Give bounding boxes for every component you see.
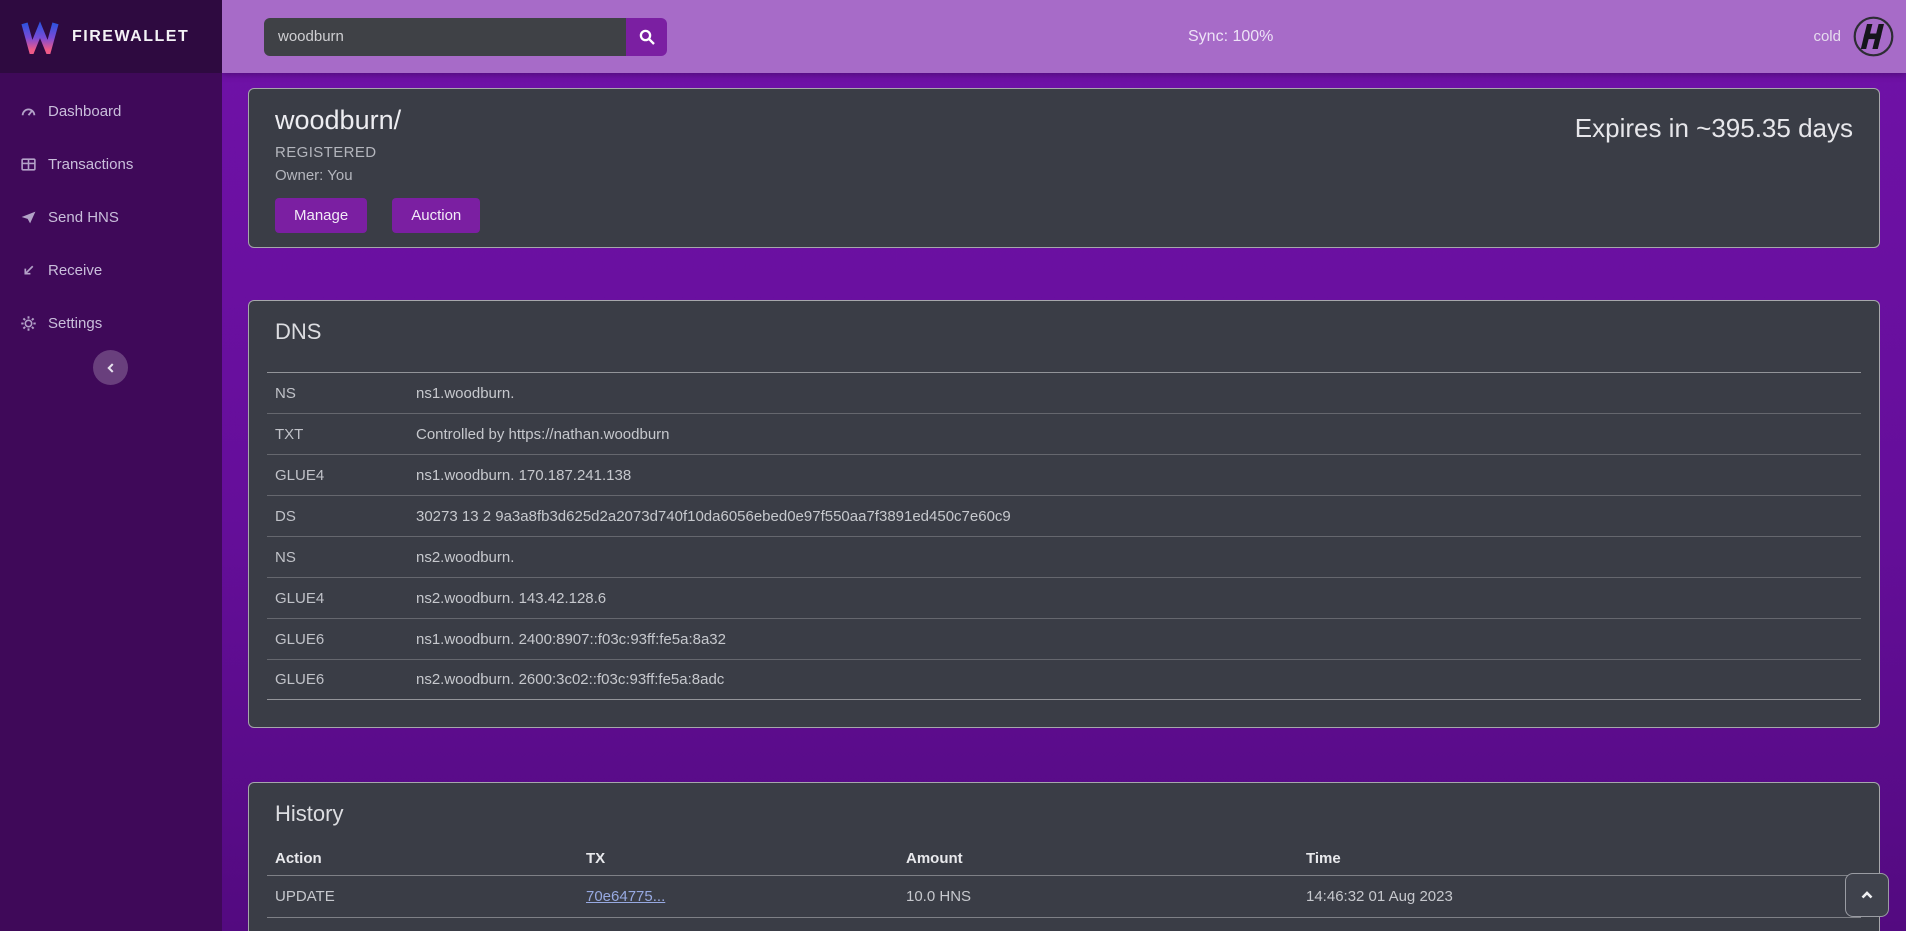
dns-record-value: Controlled by https://nathan.woodburn: [416, 426, 1861, 443]
dns-record-row: GLUE4 ns2.woodburn. 143.42.128.6: [267, 577, 1861, 618]
history-table: Action TX Amount Time UPDATE 70e64775...…: [267, 841, 1861, 931]
sidebar-item-receive[interactable]: Receive: [0, 244, 222, 297]
dns-record-row: TXT Controlled by https://nathan.woodbur…: [267, 413, 1861, 454]
dns-record-row: NS ns1.woodburn.: [267, 372, 1861, 413]
sidebar-collapse-button[interactable]: [93, 350, 128, 385]
main-content: woodburn/ REGISTERED Owner: You Manage A…: [222, 0, 1906, 931]
history-row: UPDATE 70e64775... 10.0 HNS 14:46:32 01 …: [267, 875, 1861, 917]
dns-title: DNS: [249, 319, 1879, 345]
dns-record-type: GLUE6: [275, 671, 416, 688]
dns-record-value: ns1.woodburn. 170.187.241.138: [416, 467, 1861, 484]
sidebar-item-dashboard[interactable]: Dashboard: [0, 85, 222, 138]
domain-owner: Owner: You: [275, 167, 1853, 184]
history-title: History: [249, 801, 1879, 827]
dns-record-type: TXT: [275, 426, 416, 443]
history-col-action: Action: [275, 850, 586, 867]
dns-record-type: GLUE6: [275, 631, 416, 648]
domain-status: REGISTERED: [275, 144, 1853, 161]
sidebar-item-label: Receive: [48, 262, 102, 279]
dns-record-type: GLUE4: [275, 590, 416, 607]
history-col-time: Time: [1306, 850, 1861, 867]
dns-record-type: GLUE4: [275, 467, 416, 484]
brand-name: FIREWALLET: [72, 28, 189, 46]
history-row: RENEWAL 472e9b1... 10.0 HNS 15:47:36 07 …: [267, 917, 1861, 931]
sync-status: Sync: 100%: [1188, 28, 1273, 46]
receive-icon: [20, 262, 37, 279]
settings-gear-icon: [20, 315, 37, 332]
auction-button[interactable]: Auction: [392, 198, 480, 233]
dns-record-value: 30273 13 2 9a3a8fb3d625d2a2073d740f10da6…: [416, 508, 1861, 525]
tx-link[interactable]: 70e64775...: [586, 888, 665, 905]
history-col-tx: TX: [586, 850, 906, 867]
domain-actions: Manage Auction: [275, 198, 1853, 233]
wallet-area: cold: [1813, 16, 1894, 57]
history-card: History Action TX Amount Time UPDATE 70e…: [248, 782, 1880, 931]
app-logo[interactable]: FIREWALLET: [0, 0, 222, 73]
expiry-label: Expires in ~395.35 days: [1575, 113, 1853, 144]
history-action: UPDATE: [275, 888, 586, 905]
topbar: Sync: 100% cold: [222, 0, 1906, 73]
hns-logo-icon[interactable]: [1853, 16, 1894, 57]
dns-record-row: GLUE4 ns1.woodburn. 170.187.241.138: [267, 454, 1861, 495]
search-button[interactable]: [626, 18, 667, 56]
send-icon: [20, 209, 37, 226]
firewallet-logo-icon: [20, 20, 60, 54]
transactions-icon: [20, 156, 37, 173]
sidebar-item-label: Dashboard: [48, 103, 121, 120]
scroll-to-top-button[interactable]: [1845, 873, 1889, 917]
dns-record-value: ns2.woodburn.: [416, 549, 1861, 566]
sidebar-item-send-hns[interactable]: Send HNS: [0, 191, 222, 244]
dns-record-type: NS: [275, 549, 416, 566]
dns-record-value: ns1.woodburn.: [416, 385, 1861, 402]
dns-record-row: DS 30273 13 2 9a3a8fb3d625d2a2073d740f10…: [267, 495, 1861, 536]
dns-record-type: DS: [275, 508, 416, 525]
dns-record-value: ns2.woodburn. 2600:3c02::f03c:93ff:fe5a:…: [416, 671, 1861, 688]
sidebar-item-transactions[interactable]: Transactions: [0, 138, 222, 191]
dns-record-type: NS: [275, 385, 416, 402]
search-icon: [638, 28, 656, 46]
dns-record-row: GLUE6 ns2.woodburn. 2600:3c02::f03c:93ff…: [267, 659, 1861, 700]
dns-table: NS ns1.woodburn. TXT Controlled by https…: [267, 372, 1861, 700]
sidebar-item-label: Send HNS: [48, 209, 119, 226]
sidebar-nav: Dashboard Transactions Send HNS: [0, 73, 222, 350]
domain-card: woodburn/ REGISTERED Owner: You Manage A…: [248, 88, 1880, 248]
dns-record-value: ns2.woodburn. 143.42.128.6: [416, 590, 1861, 607]
search-input[interactable]: [264, 18, 626, 56]
sidebar-item-settings[interactable]: Settings: [0, 297, 222, 350]
dashboard-icon: [20, 103, 37, 120]
dns-card: DNS NS ns1.woodburn. TXT Controlled by h…: [248, 300, 1880, 728]
chevron-left-icon: [104, 361, 118, 375]
sidebar-item-label: Settings: [48, 315, 102, 332]
history-amount: 10.0 HNS: [906, 888, 1306, 905]
sidebar: FIREWALLET Dashboard Transactions: [0, 0, 222, 931]
dns-record-value: ns1.woodburn. 2400:8907::f03c:93ff:fe5a:…: [416, 631, 1861, 648]
history-time: 14:46:32 01 Aug 2023: [1306, 888, 1861, 905]
history-header-row: Action TX Amount Time: [267, 841, 1861, 875]
sidebar-item-label: Transactions: [48, 156, 133, 173]
search-group: [264, 18, 667, 56]
manage-button[interactable]: Manage: [275, 198, 367, 233]
chevron-up-icon: [1859, 887, 1875, 903]
dns-record-row: NS ns2.woodburn.: [267, 536, 1861, 577]
wallet-mode-label: cold: [1813, 28, 1841, 45]
history-col-amount: Amount: [906, 850, 1306, 867]
dns-record-row: GLUE6 ns1.woodburn. 2400:8907::f03c:93ff…: [267, 618, 1861, 659]
